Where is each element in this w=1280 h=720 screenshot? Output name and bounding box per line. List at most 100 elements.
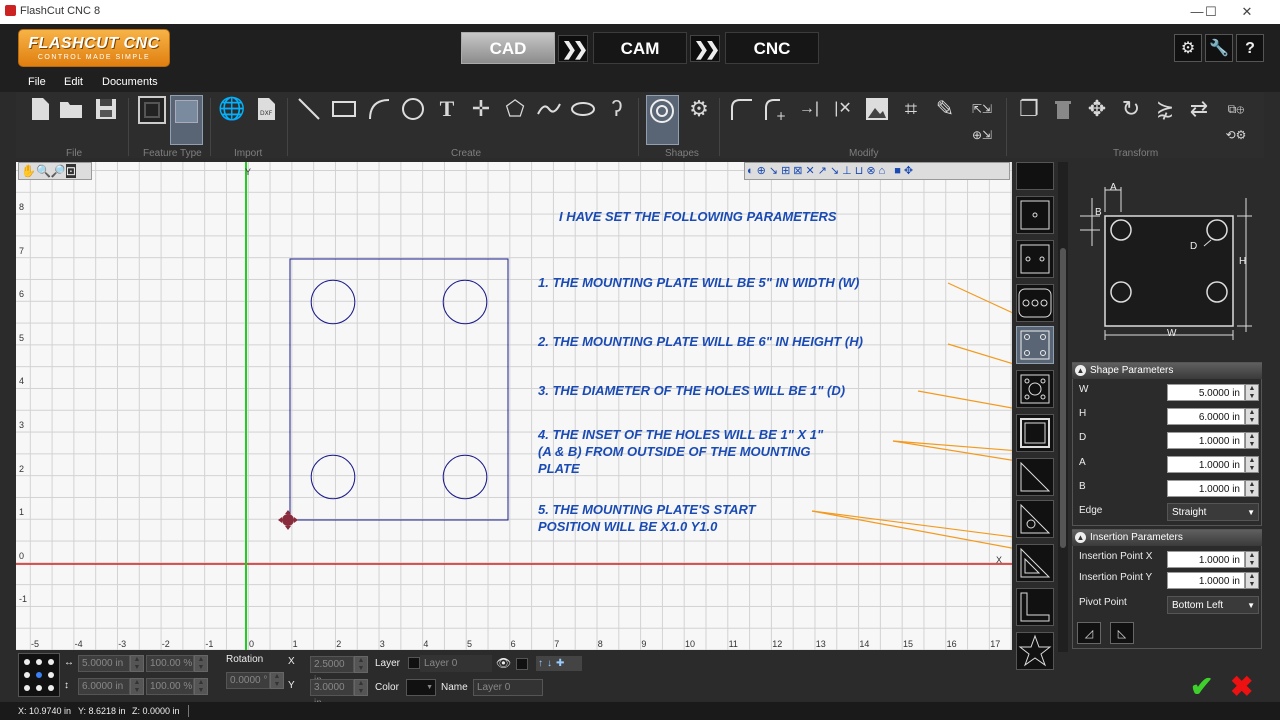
move-icon[interactable]: ✥ xyxy=(1084,96,1110,122)
b-input[interactable]: 1.0000 in xyxy=(1167,480,1245,497)
scale-icon[interactable]: ⇄ xyxy=(1186,96,1212,122)
align-icons[interactable]: ⇱⇲ ⊕⇲ xyxy=(964,96,1000,142)
menu-documents[interactable]: Documents xyxy=(102,76,158,88)
chamfer-icon[interactable]: + xyxy=(762,96,788,123)
menu-file[interactable]: File xyxy=(28,76,46,88)
hole-top-left[interactable] xyxy=(310,279,356,325)
w-spinner[interactable]: ▲ ▼ xyxy=(1245,384,1259,401)
bottom-width-percent-spinner[interactable]: ▲ ▼ xyxy=(194,655,208,672)
pos-x-input[interactable]: 2.5000 in xyxy=(310,656,354,686)
shape-star[interactable] xyxy=(1016,632,1054,670)
delete-icon[interactable] xyxy=(1050,96,1076,122)
pos-y-spinner[interactable]: ▲ ▼ xyxy=(354,679,368,696)
rotate-icon[interactable]: ↻ xyxy=(1118,96,1144,122)
cam-mode-button[interactable]: CAM xyxy=(593,32,687,64)
fillet-icon[interactable] xyxy=(728,96,754,122)
shapes-library-button[interactable] xyxy=(646,95,679,145)
insertion-x-spinner[interactable]: ▲ ▼ xyxy=(1245,551,1259,568)
cnc-mode-button[interactable]: CNC xyxy=(725,32,819,64)
insertion-x-input[interactable]: 1.0000 in xyxy=(1167,551,1245,568)
close-button[interactable]: ✕ xyxy=(1232,2,1262,22)
maximize-button[interactable]: ☐ xyxy=(1196,2,1226,22)
d-spinner[interactable]: ▲ ▼ xyxy=(1245,432,1259,449)
shape-four-holes-selected[interactable] xyxy=(1016,326,1054,364)
polygon-tool-icon[interactable]: ⬠ xyxy=(502,96,528,122)
bottom-height-percent-spinner[interactable]: ▲ ▼ xyxy=(194,678,208,695)
w-input[interactable]: 5.0000 in xyxy=(1167,384,1245,401)
h-input[interactable]: 6.0000 in xyxy=(1167,408,1245,425)
pivot-pick-icon[interactable]: ◿ xyxy=(1077,622,1101,644)
bottom-height-percent[interactable]: 100.00 % xyxy=(146,678,194,695)
pivot-point-select[interactable]: Bottom Left ▼ xyxy=(1167,596,1259,614)
open-folder-icon[interactable] xyxy=(58,96,84,122)
arc-tool-icon[interactable] xyxy=(366,96,392,122)
trim-icon[interactable]: |✕ xyxy=(830,96,856,122)
dxf-import-icon[interactable]: DXF xyxy=(253,96,279,122)
feature-type-open-button[interactable] xyxy=(138,96,166,124)
point-tool-icon[interactable]: ✛ xyxy=(468,96,494,122)
extend-icon[interactable]: →| xyxy=(796,96,822,122)
globe-icon[interactable]: 🌐 xyxy=(218,96,245,122)
mounting-plate-outline[interactable] xyxy=(289,258,509,521)
pivot-snap-icon[interactable]: ◺ xyxy=(1110,622,1134,644)
collapse-icon[interactable]: ▲ xyxy=(1075,532,1086,543)
shape-blank[interactable] xyxy=(1016,162,1054,190)
hole-bottom-left[interactable] xyxy=(310,454,356,500)
zoom-in-icon[interactable]: 🔍 xyxy=(36,164,51,178)
bottom-height-spinner[interactable]: ▲ ▼ xyxy=(130,678,144,695)
text-tool-icon[interactable]: T xyxy=(434,96,460,122)
pan-icon[interactable]: ✋ xyxy=(21,164,36,178)
bottom-width-percent[interactable]: 100.00 % xyxy=(146,655,194,672)
hole-bottom-right[interactable] xyxy=(442,454,488,500)
insertion-y-spinner[interactable]: ▲ ▼ xyxy=(1245,572,1259,589)
shape-circle-pattern[interactable] xyxy=(1016,370,1054,408)
snap-toolbar[interactable]: ◐⊕↘⊞⊠✕↗↘⊥⊔⊗⌂ ■✥ xyxy=(744,162,1010,180)
cad-mode-button[interactable]: CAD xyxy=(461,32,555,64)
bottom-height-input[interactable]: 6.0000 in xyxy=(78,678,130,695)
edge-select[interactable]: Straight ▼ xyxy=(1167,503,1259,521)
break-icon[interactable]: ⌗ xyxy=(898,96,924,122)
layer-lock-swatch[interactable] xyxy=(516,658,528,670)
collapse-icon[interactable]: ▲ xyxy=(1075,365,1086,376)
bottom-width-input[interactable]: 5.0000 in xyxy=(78,655,130,672)
circle-tool-icon[interactable] xyxy=(400,96,426,122)
save-icon[interactable] xyxy=(93,96,119,122)
color-select[interactable]: ▼ xyxy=(406,679,436,696)
shape-square-center-hole[interactable] xyxy=(1016,196,1054,234)
b-spinner[interactable]: ▲ ▼ xyxy=(1245,480,1259,497)
accept-check-icon[interactable]: ✔ xyxy=(1190,670,1213,703)
rotation-input[interactable]: 0.0000 ° xyxy=(226,672,270,689)
offset-icon[interactable]: ✎ xyxy=(932,96,958,122)
ellipse-tool-icon[interactable] xyxy=(570,96,596,122)
rectangle-tool-icon[interactable] xyxy=(331,96,357,122)
shape-triangle-frame[interactable] xyxy=(1016,544,1054,582)
shape-angle[interactable] xyxy=(1016,588,1054,626)
settings-gear-icon[interactable]: ⚙ xyxy=(1174,34,1202,62)
shape-two-holes[interactable] xyxy=(1016,240,1054,278)
visibility-eye-icon[interactable]: 👁 xyxy=(496,656,511,670)
copy-icon[interactable]: ❐ xyxy=(1016,96,1042,122)
bottom-width-spinner[interactable]: ▲ ▼ xyxy=(130,655,144,672)
wrench-icon[interactable]: 🔧 xyxy=(1205,34,1233,62)
insertion-y-input[interactable]: 1.0000 in xyxy=(1167,572,1245,589)
shape-triangle-hole[interactable] xyxy=(1016,500,1054,538)
help-icon[interactable]: ? xyxy=(1236,34,1264,62)
hole-top-right[interactable] xyxy=(442,279,488,325)
drawing-layer[interactable] xyxy=(16,162,1012,650)
shape-tools-icon[interactable]: ⚙ xyxy=(686,96,712,122)
cancel-x-icon[interactable]: ✖ xyxy=(1230,670,1253,703)
rotation-spinner[interactable]: ▲ ▼ xyxy=(270,672,284,689)
transform-extra-icons[interactable]: ⧉⊕ ⟲⚙ xyxy=(1218,96,1254,142)
insertion-parameters-header[interactable]: Insertion Parameters xyxy=(1072,530,1262,546)
layer-order-icons[interactable]: ↑↓✚ xyxy=(536,656,582,671)
shape-parameters-header[interactable]: Shape Parameters xyxy=(1072,363,1262,379)
pos-y-input[interactable]: 3.0000 in xyxy=(310,679,354,709)
new-file-icon[interactable] xyxy=(27,96,53,122)
feature-type-filled-button[interactable] xyxy=(170,95,203,145)
freehand-tool-icon[interactable]: ʔ xyxy=(604,96,630,122)
a-spinner[interactable]: ▲ ▼ xyxy=(1245,456,1259,473)
shape-palette-scrollbar[interactable] xyxy=(1058,162,1068,652)
cad-canvas[interactable]: Y X 8 7 6 5 4 3 2 1 0 -1 -5 -4 -3 -2 -1 0 1 2 3 4 5 6 7 8 9 10 11… xyxy=(16,162,1012,650)
mirror-icon[interactable]: ⋩ xyxy=(1152,96,1178,122)
menu-edit[interactable]: Edit xyxy=(64,76,83,88)
